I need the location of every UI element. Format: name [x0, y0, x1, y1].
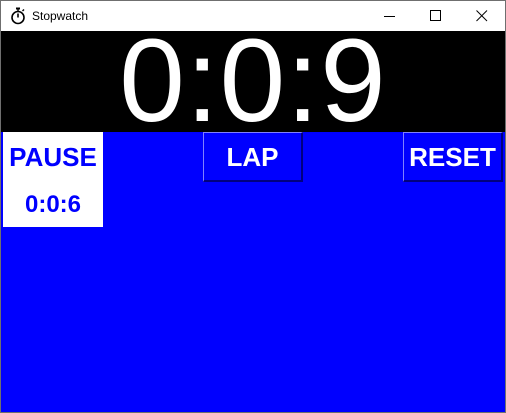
stopwatch-window: Stopwatch 0:0:9 PAUSE LAP RESET 0:0:6	[0, 0, 506, 413]
reset-button[interactable]: RESET	[403, 132, 503, 182]
lap-list: 0:0:6	[3, 182, 103, 227]
pause-button[interactable]: PAUSE	[3, 132, 103, 182]
lap-item: 0:0:6	[3, 182, 103, 227]
elapsed-time: 0:0:9	[119, 15, 387, 147]
time-display: 0:0:9	[1, 21, 505, 141]
lap-button[interactable]: LAP	[203, 132, 303, 182]
